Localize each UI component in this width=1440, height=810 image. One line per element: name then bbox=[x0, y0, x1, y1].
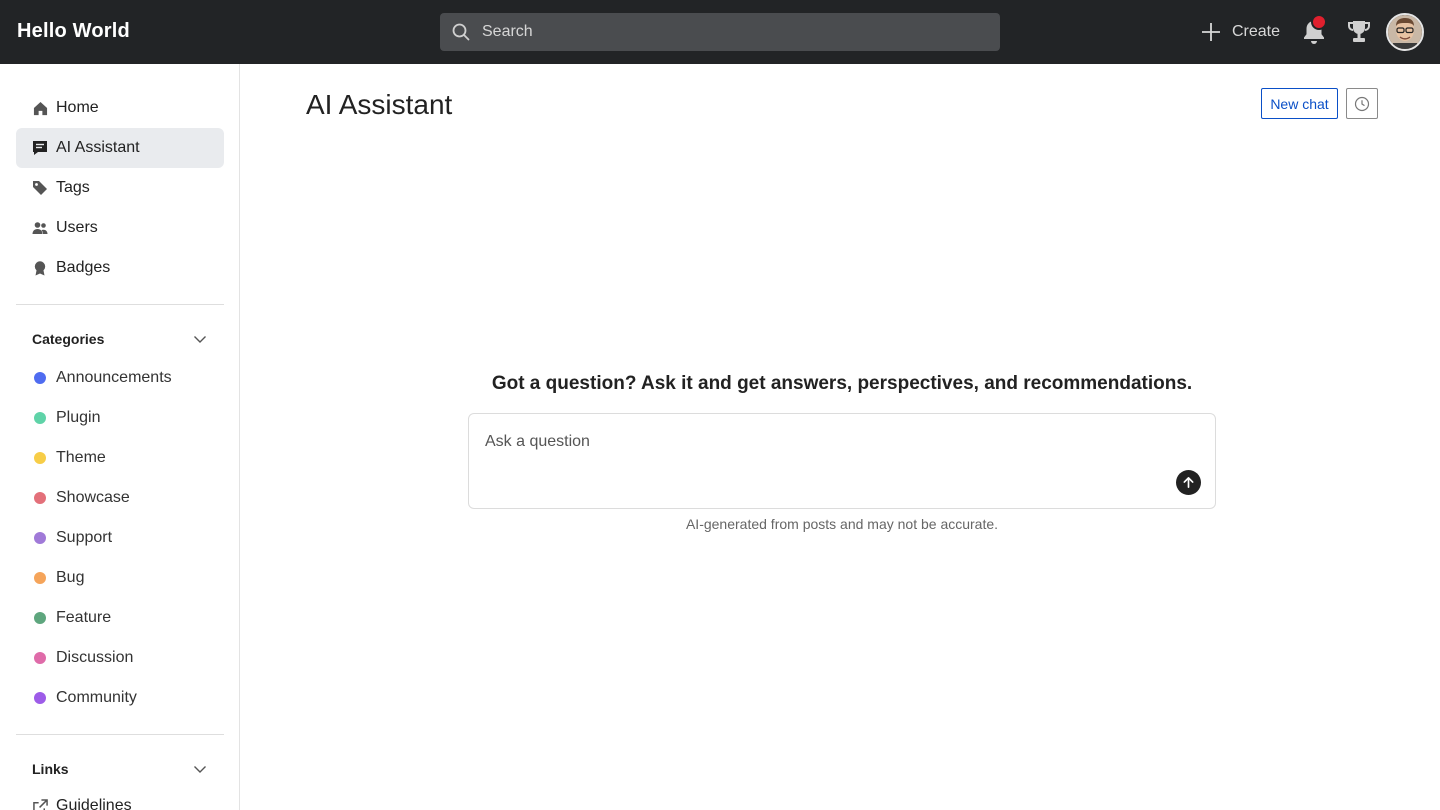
category-label: Discussion bbox=[56, 649, 134, 666]
category-color-dot bbox=[34, 372, 46, 384]
category-item[interactable]: Feature bbox=[16, 598, 224, 638]
category-item[interactable]: Plugin bbox=[16, 398, 224, 438]
category-label: Theme bbox=[56, 449, 106, 466]
sidebar-divider bbox=[16, 734, 224, 735]
sidebar-item-label: Guidelines bbox=[56, 797, 132, 810]
user-avatar[interactable] bbox=[1386, 13, 1424, 51]
category-color-dot bbox=[34, 692, 46, 704]
category-item[interactable]: Announcements bbox=[16, 358, 224, 398]
sidebar-item-guidelines[interactable]: Guidelines bbox=[16, 786, 224, 810]
category-label: Plugin bbox=[56, 409, 101, 426]
category-label: Showcase bbox=[56, 489, 130, 506]
ask-prompt-heading: Got a question? Ask it and get answers, … bbox=[491, 373, 1193, 394]
ai-disclaimer: AI-generated from posts and may not be a… bbox=[685, 516, 999, 532]
chevron-down-icon bbox=[194, 766, 206, 773]
sidebar-item-tags[interactable]: Tags bbox=[16, 168, 224, 208]
category-item[interactable]: Support bbox=[16, 518, 224, 558]
category-color-dot bbox=[34, 532, 46, 544]
users-icon bbox=[32, 220, 48, 236]
notifications-button[interactable] bbox=[1301, 14, 1327, 46]
sidebar-item-label: Badges bbox=[56, 259, 111, 276]
category-label: Feature bbox=[56, 609, 112, 626]
arrow-up-icon bbox=[1183, 477, 1194, 488]
category-label: Announcements bbox=[56, 369, 172, 386]
avatar-icon bbox=[1388, 15, 1422, 49]
category-color-dot bbox=[34, 492, 46, 504]
new-chat-button[interactable]: New chat bbox=[1261, 88, 1338, 119]
create-button[interactable]: Create bbox=[1200, 19, 1280, 45]
send-button[interactable] bbox=[1176, 470, 1201, 495]
search-icon bbox=[451, 22, 471, 42]
plus-icon bbox=[1202, 23, 1220, 41]
sidebar-item-label: Users bbox=[56, 219, 98, 236]
category-label: Community bbox=[56, 689, 137, 706]
category-item[interactable]: Theme bbox=[16, 438, 224, 478]
links-section-toggle[interactable]: Links bbox=[16, 754, 224, 784]
category-color-dot bbox=[34, 412, 46, 424]
create-label: Create bbox=[1232, 23, 1281, 40]
chevron-down-icon bbox=[194, 336, 206, 343]
sidebar-item-ai-assistant[interactable]: AI Assistant bbox=[16, 128, 224, 168]
ask-question-input[interactable]: Ask a question bbox=[468, 413, 1216, 509]
category-item[interactable]: Showcase bbox=[16, 478, 224, 518]
ask-question-placeholder: Ask a question bbox=[485, 433, 590, 450]
tag-icon bbox=[32, 180, 48, 196]
category-label: Support bbox=[56, 529, 113, 546]
category-item[interactable]: Bug bbox=[16, 558, 224, 598]
trophy-icon bbox=[1348, 21, 1370, 42]
sidebar: Home AI Assistant Tags Users Badges Cate… bbox=[0, 64, 240, 810]
clock-icon bbox=[1354, 96, 1370, 111]
categories-heading: Categories bbox=[32, 331, 105, 347]
sidebar-divider bbox=[16, 304, 224, 305]
page-title: AI Assistant bbox=[306, 89, 453, 120]
achievements-button[interactable] bbox=[1346, 18, 1372, 46]
sidebar-item-home[interactable]: Home bbox=[16, 88, 224, 128]
sidebar-item-users[interactable]: Users bbox=[16, 208, 224, 248]
chat-icon bbox=[32, 140, 48, 156]
category-color-dot bbox=[34, 572, 46, 584]
sidebar-item-label: AI Assistant bbox=[56, 139, 140, 156]
notification-dot bbox=[1311, 14, 1327, 30]
badge-icon bbox=[32, 260, 48, 276]
category-item[interactable]: Community bbox=[16, 678, 224, 718]
links-heading: Links bbox=[32, 761, 69, 777]
categories-section-toggle[interactable]: Categories bbox=[16, 324, 224, 354]
sidebar-item-label: Tags bbox=[56, 179, 90, 196]
search-placeholder: Search bbox=[482, 23, 533, 40]
category-color-dot bbox=[34, 452, 46, 464]
category-item[interactable]: Discussion bbox=[16, 638, 224, 678]
site-logo[interactable]: Hello World bbox=[17, 20, 130, 43]
category-color-dot bbox=[34, 652, 46, 664]
category-label: Bug bbox=[56, 569, 85, 586]
top-bar: Hello World Search Create bbox=[0, 0, 1440, 64]
category-color-dot bbox=[34, 612, 46, 624]
external-link-icon bbox=[32, 798, 48, 810]
search-bar[interactable]: Search bbox=[440, 13, 1000, 51]
history-button[interactable] bbox=[1346, 88, 1378, 119]
home-icon bbox=[32, 100, 48, 116]
sidebar-item-label: Home bbox=[56, 99, 99, 116]
sidebar-item-badges[interactable]: Badges bbox=[16, 248, 224, 288]
